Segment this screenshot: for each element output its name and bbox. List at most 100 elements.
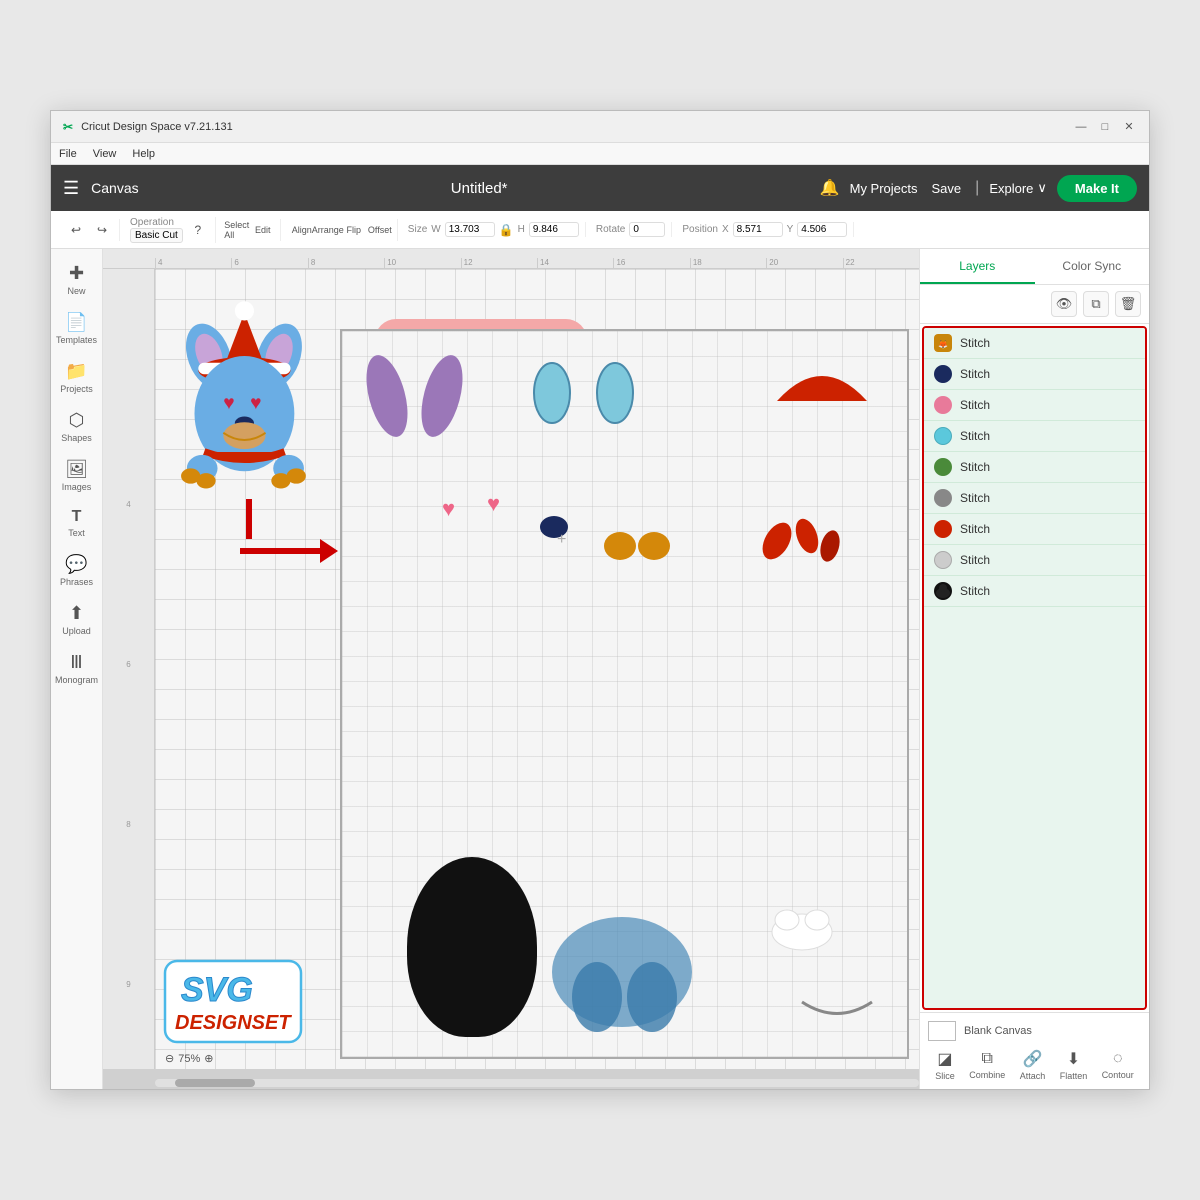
images-label: Images xyxy=(62,482,92,492)
ruler-marks: 4 6 8 10 12 14 16 18 20 22 xyxy=(155,249,919,268)
undo-redo-group: ↩ ↪ xyxy=(59,219,120,241)
shapes-icon: ⬡ xyxy=(69,410,85,431)
sidebar-item-new[interactable]: ✚ New xyxy=(55,257,99,302)
title-bar: ✂ Cricut Design Space v7.21.131 — □ ✕ xyxy=(51,111,1149,143)
logo-icon: ✂ xyxy=(63,120,73,134)
x-input[interactable] xyxy=(733,222,783,237)
svg-text:DESIGNSET: DESIGNSET xyxy=(175,1012,292,1034)
tab-layers[interactable]: Layers xyxy=(920,249,1035,284)
select-all-btn[interactable]: Select All xyxy=(226,219,248,241)
stitch-character-svg: ♥ ♥ xyxy=(160,284,325,524)
redo-button[interactable]: ↪ xyxy=(91,219,113,241)
attach-label: Attach xyxy=(1020,1071,1046,1081)
y-label: Y xyxy=(787,224,794,235)
layer-color-swatch xyxy=(934,365,952,383)
slice-button[interactable]: ◪ Slice xyxy=(935,1049,955,1081)
minimize-button[interactable]: — xyxy=(1073,119,1089,135)
right-panel: Layers Color Sync 👁 ⧉ 🗑 🦊 Sti xyxy=(919,249,1149,1089)
menu-help[interactable]: Help xyxy=(132,148,155,160)
layer-color-swatch xyxy=(934,582,952,600)
rotate-label: Rotate xyxy=(596,224,625,235)
my-projects-button[interactable]: My Projects xyxy=(850,181,918,196)
attach-button[interactable]: 🔗 Attach xyxy=(1020,1049,1046,1081)
panel-eye-button[interactable]: 👁 xyxy=(1051,291,1077,317)
projects-label: Projects xyxy=(60,384,93,394)
canvas-area[interactable]: 4 6 8 10 12 14 16 18 20 22 4 6 8 9 xyxy=(103,249,919,1089)
arrange-btn[interactable]: Arrange xyxy=(317,219,339,241)
layer-label: Stitch xyxy=(960,398,1135,412)
sidebar-item-projects[interactable]: 📁 Projects xyxy=(55,355,99,400)
layered-box: ♥ ♥ xyxy=(340,329,909,1059)
edit-btn[interactable]: Edit xyxy=(252,219,274,241)
sidebar-item-monogram[interactable]: Ⅲ Monogram xyxy=(55,646,99,691)
operation-select[interactable]: Basic Cut xyxy=(130,228,183,243)
panel-copy-button[interactable]: ⧉ xyxy=(1083,291,1109,317)
hamburger-menu[interactable]: ☰ xyxy=(63,178,79,199)
zoom-out-icon[interactable]: ⊖ xyxy=(165,1052,174,1065)
flip-btn[interactable]: Flip xyxy=(343,219,365,241)
sidebar-item-text[interactable]: T Text xyxy=(55,502,99,544)
sidebar-item-templates[interactable]: 📄 Templates xyxy=(55,306,99,351)
make-it-button[interactable]: Make It xyxy=(1057,175,1137,202)
menu-file[interactable]: File xyxy=(59,148,77,160)
pink-heart-1: ♥ xyxy=(442,496,455,522)
explore-button[interactable]: Explore ∨ xyxy=(989,180,1047,196)
layer-item[interactable]: Stitch xyxy=(924,483,1145,514)
offset-btn[interactable]: Offset xyxy=(369,219,391,241)
slice-label: Slice xyxy=(935,1071,955,1081)
ruler-mark: 12 xyxy=(461,258,537,268)
contour-button[interactable]: ◌ Contour xyxy=(1102,1050,1134,1080)
sidebar-item-shapes[interactable]: ⬡ Shapes xyxy=(55,404,99,449)
layer-color-swatch xyxy=(934,458,952,476)
layer-item[interactable]: Stitch xyxy=(924,390,1145,421)
close-button[interactable]: ✕ xyxy=(1121,119,1137,135)
app-title: Cricut Design Space v7.21.131 xyxy=(81,121,233,133)
layer-item[interactable]: Stitch xyxy=(924,514,1145,545)
monogram-label: Monogram xyxy=(55,675,98,685)
layer-color-swatch xyxy=(934,427,952,445)
layer-item[interactable]: Stitch xyxy=(924,421,1145,452)
help-icon[interactable]: ? xyxy=(187,219,209,241)
combine-icon: ⧉ xyxy=(982,1050,993,1068)
blank-canvas-label: Blank Canvas xyxy=(964,1025,1032,1037)
blue-eye-left xyxy=(527,356,577,431)
menu-view[interactable]: View xyxy=(93,148,117,160)
undo-button[interactable]: ↩ xyxy=(65,219,87,241)
select-edit-group: Select All Edit xyxy=(220,219,281,241)
tab-color-sync[interactable]: Color Sync xyxy=(1035,249,1150,284)
notification-bell[interactable]: 🔔 xyxy=(820,178,840,198)
combine-label: Combine xyxy=(969,1070,1005,1080)
height-input[interactable] xyxy=(529,222,579,237)
upload-icon: ⬆ xyxy=(69,603,84,624)
rotate-input[interactable] xyxy=(629,222,665,237)
layer-item[interactable]: Stitch xyxy=(924,452,1145,483)
maximize-button[interactable]: □ xyxy=(1097,119,1113,135)
sidebar-item-images[interactable]: 🖼 Images xyxy=(55,453,99,498)
layer-label: Stitch xyxy=(960,491,1135,505)
layer-item[interactable]: Stitch xyxy=(924,359,1145,390)
save-button[interactable]: Save xyxy=(928,181,966,196)
phrases-icon: 💬 xyxy=(65,554,87,575)
zoom-in-icon[interactable]: ⊕ xyxy=(204,1052,213,1065)
horizontal-scrollbar[interactable] xyxy=(155,1079,919,1087)
position-group: Position X Y xyxy=(676,222,854,237)
align-btn[interactable]: Align xyxy=(291,219,313,241)
layer-item[interactable]: Stitch xyxy=(924,576,1145,607)
layer-item[interactable]: Stitch xyxy=(924,545,1145,576)
operation-label: Operation xyxy=(130,217,183,228)
upload-label: Upload xyxy=(62,626,91,636)
flatten-button[interactable]: ⬇ Flatten xyxy=(1060,1049,1088,1081)
width-input[interactable] xyxy=(445,222,495,237)
sidebar-item-upload[interactable]: ⬆ Upload xyxy=(55,597,99,642)
app-logo: ✂ xyxy=(63,120,73,134)
shapes-label: Shapes xyxy=(61,433,92,443)
layer-item[interactable]: 🦊 Stitch xyxy=(924,328,1145,359)
y-input[interactable] xyxy=(797,222,847,237)
combine-button[interactable]: ⧉ Combine xyxy=(969,1050,1005,1080)
explore-label: Explore xyxy=(989,181,1033,196)
sidebar-item-phrases[interactable]: 💬 Phrases xyxy=(55,548,99,593)
scrollbar-thumb[interactable] xyxy=(175,1079,255,1087)
toolbar-center: Untitled* xyxy=(451,180,508,197)
text-label: Text xyxy=(68,528,85,538)
panel-delete-button[interactable]: 🗑 xyxy=(1115,291,1141,317)
